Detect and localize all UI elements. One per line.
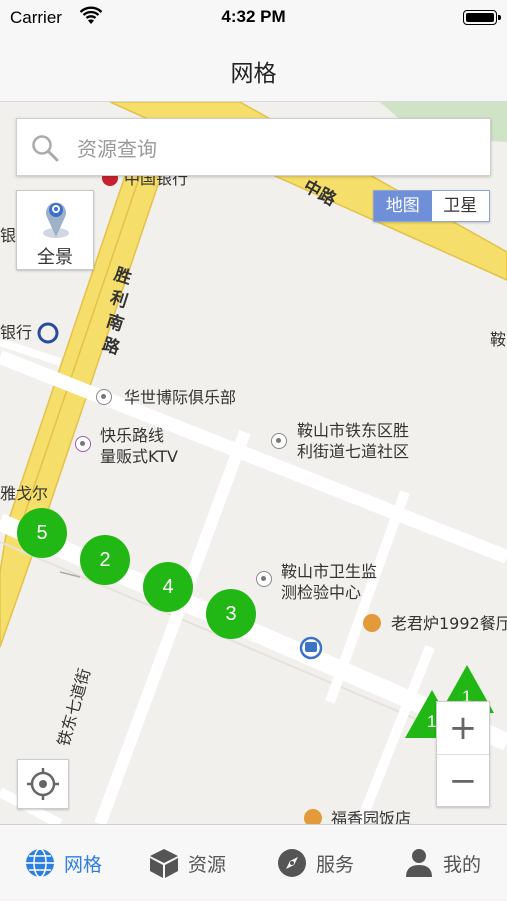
street-view-icon [43,202,69,238]
battery-icon [463,10,501,25]
poi-label-line: 鞍山市卫生监 [281,562,378,581]
poi-label-line: 利街道七道社区 [297,442,410,461]
map-type-satellite[interactable]: 卫星 [432,191,490,221]
cluster-marker[interactable]: 3 [206,589,256,639]
tab-label: 资源 [188,853,227,876]
search-input[interactable] [75,131,479,167]
poi-ktv: 快乐路线 量贩式KTV [100,425,178,467]
tab-grid[interactable]: 网格 [24,825,102,901]
poi-label-line: 鞍山市铁东区胜 [297,421,410,440]
tab-label: 服务 [316,853,355,876]
poi-label: 福香园饭店 [331,809,412,824]
poi-health: 鞍山市卫生监 测检验中心 [281,561,377,603]
poi-label: 鞍 [490,330,507,349]
search-icon [32,135,59,162]
map-view[interactable]: 中路 胜 利 南 路 铁东七道街 中国银行 银行 华世博际俱乐部 快乐路线 量贩… [0,102,507,824]
zoom-control: + − [436,701,490,807]
navigation-bar: 网格 [0,36,507,102]
poi-marker-icon [75,436,91,452]
locate-button[interactable] [17,759,69,809]
search-bar [16,118,491,176]
panorama-button[interactable]: 全景 [16,190,94,270]
poi-label: 银 [0,226,17,245]
tab-resources[interactable]: 资源 [148,825,226,901]
map-type-toggle: 地图 卫星 [373,190,490,222]
poi-community: 鞍山市铁东区胜 利街道七道社区 [297,420,409,462]
locate-icon [27,768,59,800]
person-icon [406,849,432,877]
poi-label: 银行 [0,323,33,342]
cluster-marker[interactable]: 5 [17,508,67,558]
poi-label-line: 快乐路线 [100,426,165,445]
status-time: 4:32 PM [221,7,286,26]
map-type-map[interactable]: 地图 [374,191,432,221]
cluster-marker[interactable]: 4 [143,562,193,612]
poi-label-line: 测检验中心 [281,583,362,602]
road-label-shengli: 胜 利 南 路 [100,264,140,362]
poi-label: 雅戈尔 [0,484,49,503]
poi-marker-icon [96,389,112,405]
poi-marker-icon [271,433,287,449]
cube-icon [150,849,178,878]
poi-label: 老君炉1992餐厅 [391,614,507,633]
tab-mine[interactable]: 我的 [403,825,481,901]
zoom-out-button[interactable]: − [437,755,489,807]
poi-label-line: 量贩式KTV [100,447,178,466]
tab-label: 我的 [443,853,482,876]
tab-label: 网格 [64,853,103,876]
tab-bar: 网格 资源 服务 我的 [0,824,507,900]
poi-marker-icon [256,571,272,587]
poi-label: 华世博际俱乐部 [124,388,237,407]
tab-services[interactable]: 服务 [276,825,354,901]
status-bar: Carrier 4:32 PM [0,0,507,36]
page-title: 网格 [230,61,277,87]
panorama-label: 全景 [37,247,73,268]
cluster-marker[interactable]: 2 [80,535,130,585]
globe-icon [26,848,54,878]
zoom-in-button[interactable]: + [437,702,489,755]
compass-icon [278,849,306,877]
